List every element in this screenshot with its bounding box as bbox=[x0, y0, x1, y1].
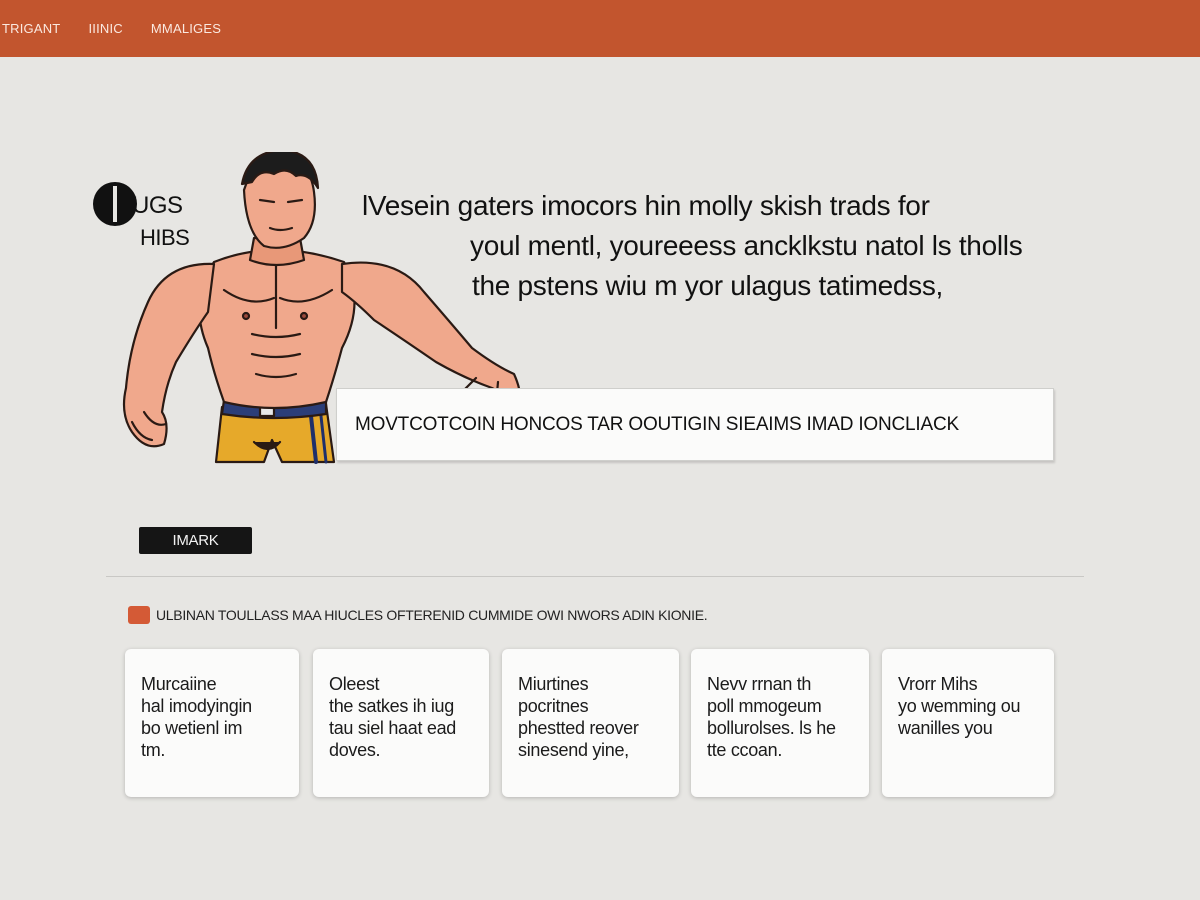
card-text-line: tau siel haat ead bbox=[329, 718, 456, 738]
info-card-3[interactable]: Miurtines pocritnes phestted reover sine… bbox=[502, 649, 679, 797]
section-header: ULBINAN TOULLASS MAA HIUCLES OFTERENID C… bbox=[128, 604, 708, 626]
card-text-line: Nevv rrnan th bbox=[707, 674, 812, 694]
info-card-5[interactable]: Vrorr Mihs yo wemming ou wanilles you bbox=[882, 649, 1054, 797]
info-card-1[interactable]: Murcaiine hal imodyingin bo wetienl im t… bbox=[125, 649, 299, 797]
card-text-line: hal imodyingin bbox=[141, 696, 252, 716]
section-label-text: ULBINAN TOULLASS MAA HIUCLES OFTERENID C… bbox=[156, 607, 708, 623]
info-card-2[interactable]: Oleest the satkes ih iug tau siel haat e… bbox=[313, 649, 489, 797]
card-text-line: yo wemming ou bbox=[898, 696, 1021, 716]
nav-link-3[interactable]: MMALIGES bbox=[151, 21, 221, 36]
headline-line-2: youl mentl, youreeess ancklkstu natol ls… bbox=[470, 230, 1023, 261]
card-text-line: bollurolses. ls he bbox=[707, 718, 836, 738]
headline-line-1: lVesein gaters imocors hin molly skish t… bbox=[362, 190, 930, 221]
card-text-line: doves. bbox=[329, 740, 381, 760]
card-text-line: wanilles you bbox=[898, 718, 993, 738]
card-text-line: phestted reover bbox=[518, 718, 639, 738]
nav-link-1[interactable]: TRIGANT bbox=[2, 21, 60, 36]
card-text-line: Vrorr Mihs bbox=[898, 674, 978, 694]
card-text-line: tm. bbox=[141, 740, 166, 760]
section-divider bbox=[106, 576, 1084, 577]
card-text-line: bo wetienl im bbox=[141, 718, 243, 738]
info-card-4[interactable]: Nevv rrnan th poll mmogeum bollurolses. … bbox=[691, 649, 869, 797]
card-text-line: Miurtines bbox=[518, 674, 589, 694]
section-marker-icon bbox=[128, 606, 150, 624]
card-text-line: poll mmogeum bbox=[707, 696, 822, 716]
card-text-line: pocritnes bbox=[518, 696, 589, 716]
mark-button[interactable]: IMARK bbox=[139, 527, 252, 554]
top-nav-bar: TRIGANT IIINIC MMALIGES bbox=[0, 0, 1200, 57]
card-text-line: Murcaiine bbox=[141, 674, 217, 694]
card-text-line: the satkes ih iug bbox=[329, 696, 454, 716]
card-text-line: sinesend yine, bbox=[518, 740, 629, 760]
card-text-line: Oleest bbox=[329, 674, 380, 694]
headline-line-3: the pstens wiu m yor ulagus tatimedss, bbox=[472, 270, 944, 301]
nav-link-2[interactable]: IIINIC bbox=[88, 21, 122, 36]
hero-banner: MOVTCOTCOIN HONCOS TAR OOUTIGIN SIEAIMS … bbox=[336, 388, 1054, 461]
hero-headline: lVesein gaters imocors hin molly skish t… bbox=[362, 186, 1062, 306]
card-text-line: tte ccoan. bbox=[707, 740, 783, 760]
